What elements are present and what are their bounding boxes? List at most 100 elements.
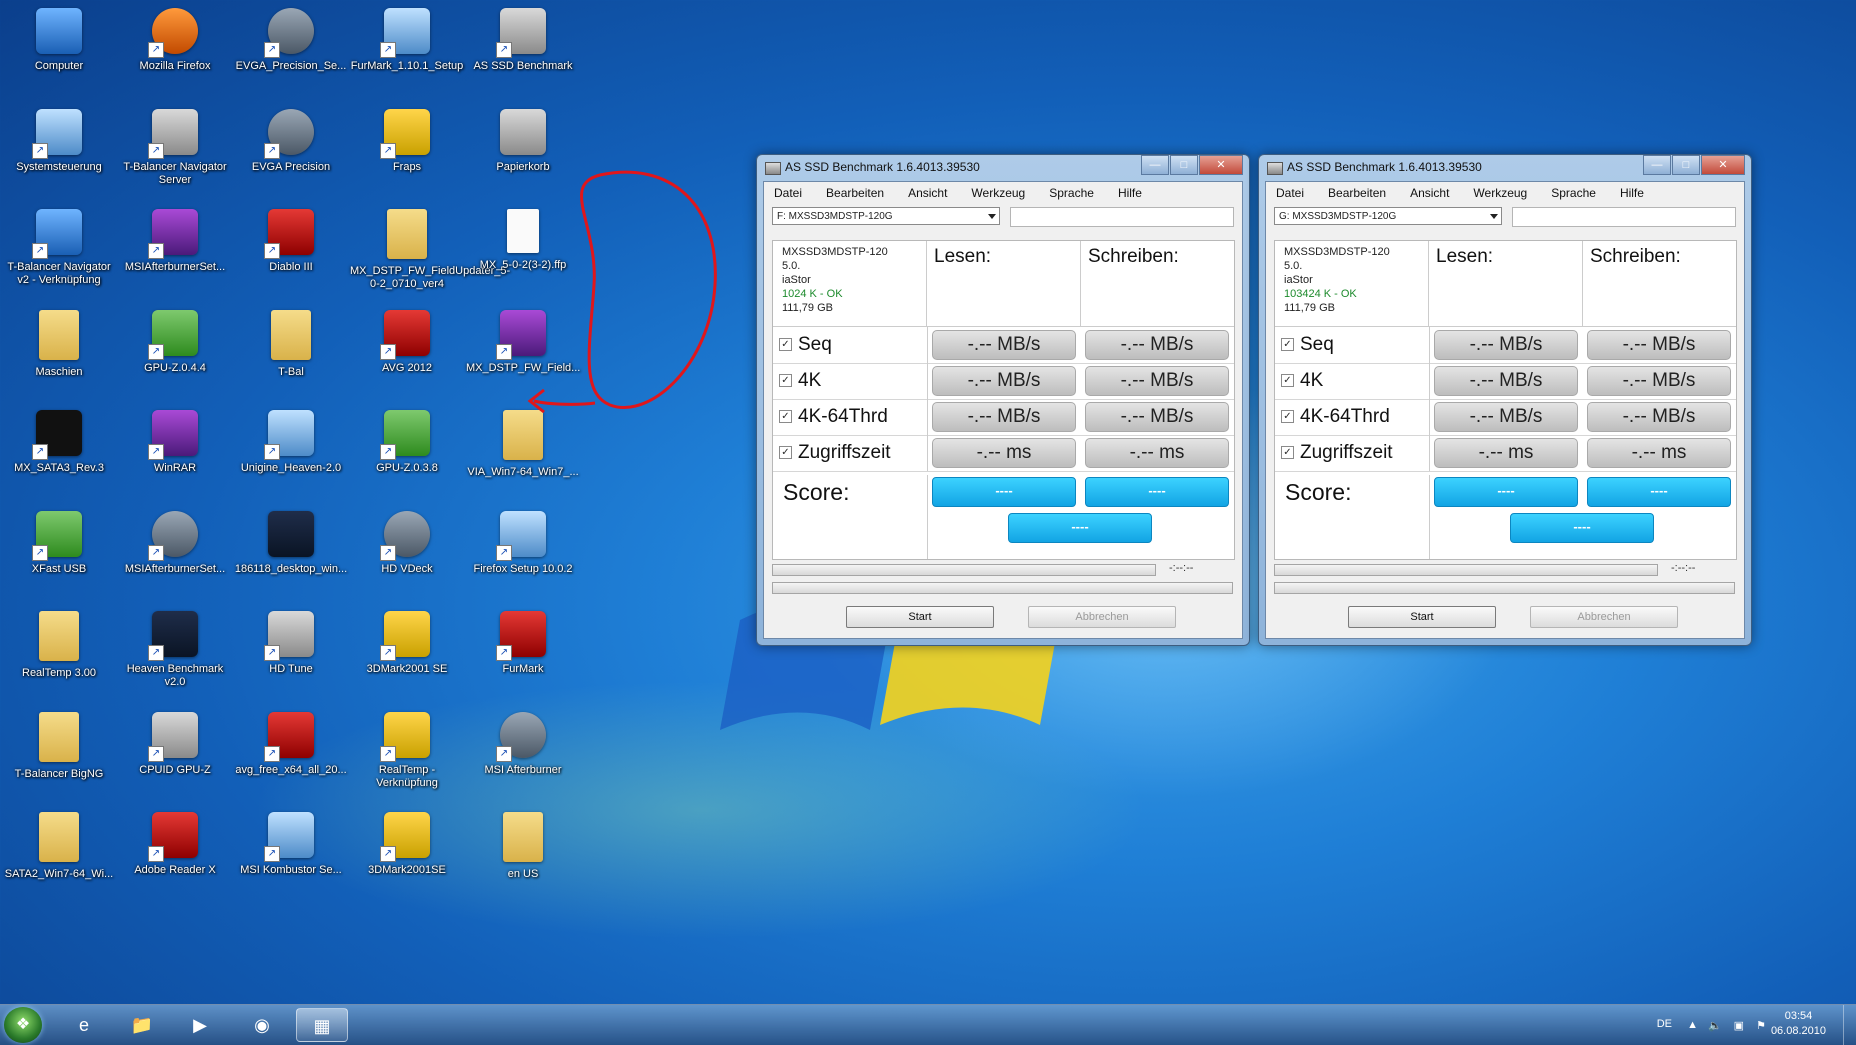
- action-center-icon[interactable]: ⚑: [1756, 1019, 1766, 1032]
- maximize-button[interactable]: □: [1170, 155, 1198, 175]
- menu-datei[interactable]: Datei: [1272, 184, 1308, 202]
- start-button[interactable]: Start: [1348, 606, 1496, 628]
- desktop-icon[interactable]: ↗ FurMark: [466, 611, 580, 707]
- desktop-icon[interactable]: MX_DSTP_FW_FieldUpdater_5-0-2_0710_ver4: [350, 209, 510, 305]
- desktop-icon[interactable]: ↗ MX_SATA3_Rev.3: [2, 410, 116, 506]
- desktop-icon[interactable]: ↗ WinRAR: [118, 410, 232, 506]
- language-indicator[interactable]: DE: [1657, 1018, 1672, 1030]
- desktop-icon[interactable]: ↗ AS SSD Benchmark: [466, 8, 580, 104]
- 4k64-checkbox[interactable]: ✓: [779, 410, 792, 423]
- desktop-icon[interactable]: ↗ FurMark_1.10.1_Setup: [350, 8, 464, 104]
- menu-sprache[interactable]: Sprache: [1045, 184, 1098, 202]
- as-ssd-taskbar-button[interactable]: ▦: [296, 1008, 348, 1042]
- menu-ansicht[interactable]: Ansicht: [1406, 184, 1453, 202]
- minimize-button[interactable]: —: [1141, 155, 1169, 175]
- 4k64-checkbox[interactable]: ✓: [1281, 410, 1294, 423]
- explorer-icon[interactable]: 📁: [116, 1008, 168, 1042]
- as-ssd-window-2[interactable]: AS SSD Benchmark 1.6.4013.39530 — □ ✕ Da…: [1258, 154, 1752, 646]
- desktop-icon[interactable]: ↗ MSIAfterburnerSet...: [118, 510, 232, 607]
- desktop-icon[interactable]: ↗ 3DMark2001 SE: [350, 611, 464, 707]
- desktop-icon[interactable]: ↗ RealTemp - Verknüpfung: [350, 711, 464, 808]
- image-icon: [268, 510, 314, 557]
- drive-select[interactable]: F: MXSSD3MDSTP-120G: [772, 207, 1000, 225]
- desktop-icon[interactable]: Computer: [2, 8, 116, 104]
- desktop-icon[interactable]: SATA2_Win7-64_Wi...: [2, 812, 116, 908]
- title-bar[interactable]: AS SSD Benchmark 1.6.4013.39530 — □ ✕: [757, 155, 1249, 181]
- desktop-icon[interactable]: ↗ EVGA_Precision_Se...: [234, 8, 348, 104]
- menu-werkzeug[interactable]: Werkzeug: [1469, 184, 1531, 202]
- desktop-icon[interactable]: T-Bal: [234, 309, 348, 406]
- tray-expand-icon[interactable]: ▲: [1687, 1019, 1698, 1031]
- shortcut-arrow-icon: ↗: [148, 846, 164, 862]
- menu-hilfe[interactable]: Hilfe: [1616, 184, 1648, 202]
- start-button[interactable]: ❖: [4, 1007, 42, 1043]
- desktop-icon[interactable]: ↗ Mozilla Firefox: [118, 8, 232, 104]
- seq-checkbox[interactable]: ✓: [779, 338, 792, 351]
- desktop-icon[interactable]: ↗ Firefox Setup 10.0.2: [466, 510, 580, 607]
- clock-date: 06.08.2010: [1770, 1025, 1826, 1037]
- show-desktop-button[interactable]: [1843, 1005, 1856, 1045]
- desktop-icon[interactable]: 186118_desktop_win...: [234, 510, 348, 607]
- desktop-icon[interactable]: ↗ T-Balancer Navigator Server: [118, 108, 232, 205]
- desktop-icon[interactable]: ↗ 3DMark2001SE: [350, 812, 464, 908]
- desktop-icon[interactable]: ↗ Heaven Benchmark v2.0: [118, 611, 232, 707]
- menu-werkzeug[interactable]: Werkzeug: [967, 184, 1029, 202]
- volume-icon[interactable]: 🔈: [1708, 1019, 1722, 1032]
- seq-checkbox[interactable]: ✓: [1281, 338, 1294, 351]
- desktop-icon[interactable]: Papierkorb: [466, 108, 580, 205]
- desktop-icon[interactable]: Maschien: [2, 309, 116, 406]
- access-checkbox[interactable]: ✓: [1281, 446, 1294, 459]
- maximize-button[interactable]: □: [1672, 155, 1700, 175]
- desktop-icon[interactable]: ↗ Adobe Reader X: [118, 812, 232, 908]
- drive-select[interactable]: G: MXSSD3MDSTP-120G: [1274, 207, 1502, 225]
- desktop-icon[interactable]: RealTemp 3.00: [2, 611, 116, 707]
- media-player-icon[interactable]: ▶: [174, 1008, 226, 1042]
- minimize-button[interactable]: —: [1643, 155, 1671, 175]
- menu-datei[interactable]: Datei: [770, 184, 806, 202]
- internet-explorer-icon[interactable]: e: [58, 1008, 110, 1042]
- close-button[interactable]: ✕: [1701, 155, 1745, 175]
- network-icon[interactable]: ▣: [1734, 1019, 1744, 1032]
- desktop-icon[interactable]: en US: [466, 812, 580, 908]
- desktop-icon[interactable]: ↗ MSI Afterburner: [466, 711, 580, 808]
- 4k-checkbox[interactable]: ✓: [1281, 374, 1294, 387]
- desktop-icon[interactable]: ↗ MSI Kombustor Se...: [234, 812, 348, 908]
- desktop-icon[interactable]: ↗ MSIAfterburnerSet...: [118, 209, 232, 305]
- start-button[interactable]: Start: [846, 606, 994, 628]
- menu-hilfe[interactable]: Hilfe: [1114, 184, 1146, 202]
- chevron-down-icon: [988, 214, 996, 219]
- menu-sprache[interactable]: Sprache: [1547, 184, 1600, 202]
- title-bar[interactable]: AS SSD Benchmark 1.6.4013.39530 — □ ✕: [1259, 155, 1751, 181]
- menu-bearbeiten[interactable]: Bearbeiten: [822, 184, 888, 202]
- desktop-icon[interactable]: ↗ Fraps: [350, 108, 464, 205]
- desktop-icon[interactable]: ↗ Systemsteuerung: [2, 108, 116, 205]
- desktop-icon[interactable]: ↗ GPU-Z.0.4.4: [118, 309, 232, 406]
- desktop-icon[interactable]: MX_5-0-2(3-2).ffp: [466, 209, 580, 305]
- desktop-icon-label: Computer: [34, 60, 84, 72]
- desktop-icon[interactable]: ↗ GPU-Z.0.3.8: [350, 410, 464, 506]
- desktop-icon[interactable]: ↗ XFast USB: [2, 510, 116, 607]
- desktop-icon[interactable]: ↗ avg_free_x64_all_20...: [234, 711, 348, 808]
- 4k-checkbox[interactable]: ✓: [779, 374, 792, 387]
- desktop-icon[interactable]: ↗ EVGA Precision: [234, 108, 348, 205]
- menu-ansicht[interactable]: Ansicht: [904, 184, 951, 202]
- close-button[interactable]: ✕: [1199, 155, 1243, 175]
- desktop-icon[interactable]: ↗ MX_DSTP_FW_Field...: [466, 309, 580, 406]
- desktop-icon[interactable]: ↗ Diablo III: [234, 209, 348, 305]
- abort-button[interactable]: Abbrechen: [1028, 606, 1176, 628]
- desktop-icon[interactable]: T-Balancer BigNG: [2, 711, 116, 808]
- desktop-icon[interactable]: ↗ T-Balancer Navigator v2 - Verknüpfung: [2, 209, 116, 305]
- menu-bearbeiten[interactable]: Bearbeiten: [1324, 184, 1390, 202]
- desktop-icon[interactable]: ↗ CPUID GPU-Z: [118, 711, 232, 808]
- desktop-icon[interactable]: ↗ HD Tune: [234, 611, 348, 707]
- access-checkbox[interactable]: ✓: [779, 446, 792, 459]
- desktop-icon[interactable]: ↗ HD VDeck: [350, 510, 464, 607]
- desktop-icon[interactable]: ↗ Unigine_Heaven-2.0: [234, 410, 348, 506]
- as-ssd-window-1[interactable]: AS SSD Benchmark 1.6.4013.39530 — □ ✕ Da…: [756, 154, 1250, 646]
- desktop-icon[interactable]: ↗ AVG 2012: [350, 309, 464, 406]
- firefox-icon[interactable]: ◉: [236, 1008, 288, 1042]
- desktop-icon-label: GPU-Z.0.4.4: [144, 361, 206, 374]
- clock[interactable]: 03:54 06.08.2010: [1771, 1009, 1826, 1039]
- abort-button[interactable]: Abbrechen: [1530, 606, 1678, 628]
- desktop-icon[interactable]: VIA_Win7-64_Win7_...: [466, 410, 580, 506]
